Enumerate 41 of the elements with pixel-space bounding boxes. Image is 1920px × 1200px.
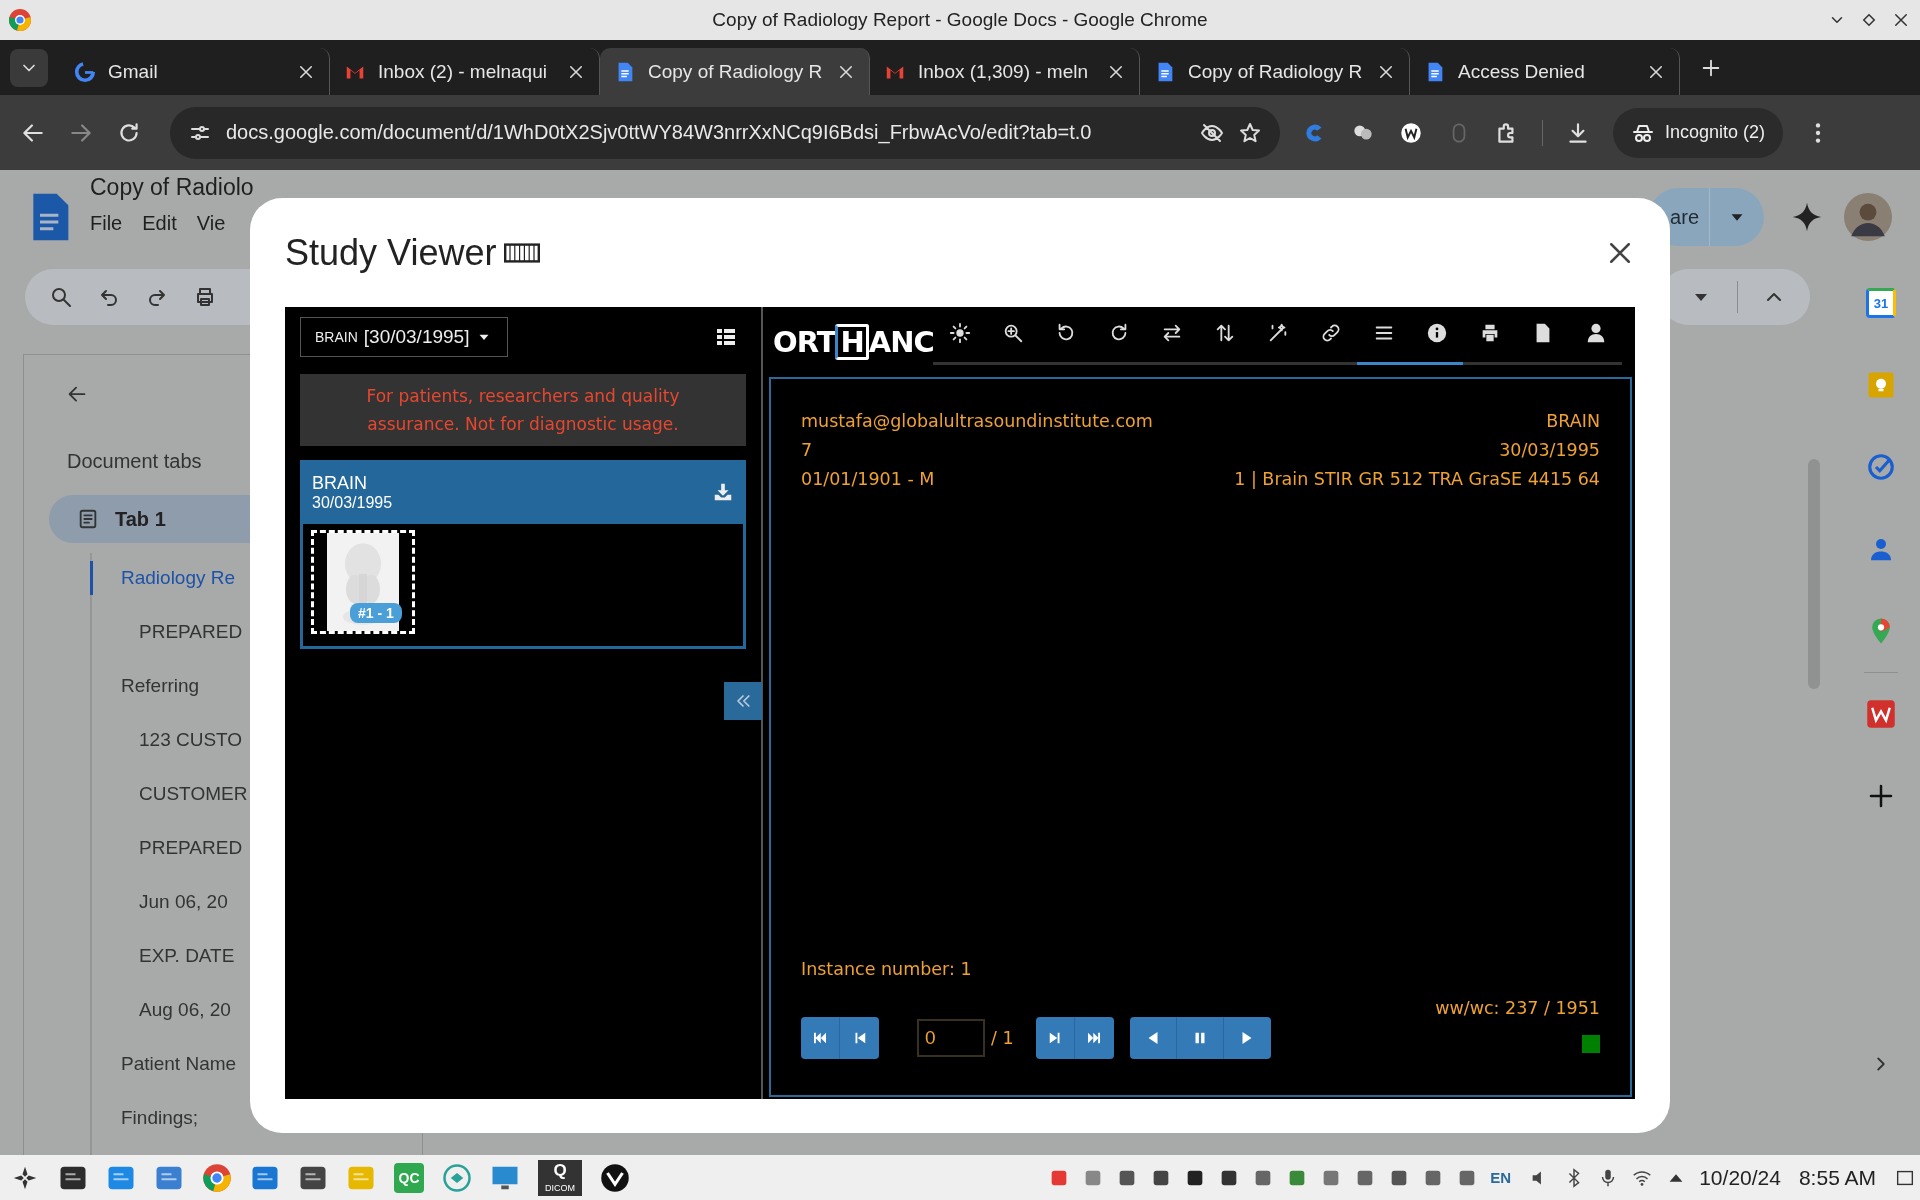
overlay-text: mustafa@globalultrasoundinstitute.com [801, 410, 1153, 433]
outline-item[interactable]: Aug 06, 20 [90, 993, 231, 1047]
outline-item[interactable]: Findings; [90, 1101, 199, 1155]
time[interactable]: 8:55 AM [1798, 1165, 1876, 1190]
series-badge: #1 - 1 [350, 603, 402, 623]
image-viewport[interactable]: mustafa@globalultrasoundinstitute.com 7 01/01/1901 - M BRAIN 30/03/1995 1 | Brain STIR GR 512 TRA GraSE 4415 64 Instance number: 1 0 / 1 ww/wc: 237 / 1951 [769, 377, 1632, 1097]
window-level: ww/wc: 237 / 1951 [1435, 997, 1600, 1020]
outline-item[interactable]: Jun 06, 20 [90, 885, 228, 939]
date[interactable]: 10/20/24 [1699, 1165, 1781, 1190]
warning-banner: For patients, researchers and quality assurance. Not for diagnostic usage. [300, 374, 746, 446]
document-title[interactable]: Copy of Radiolo [90, 174, 254, 200]
outline-item[interactable]: EXP. DATE [90, 939, 235, 993]
outline-item[interactable]: CUSTOMER [90, 777, 248, 831]
menu-item[interactable]: Edit [142, 212, 177, 235]
browser-tab[interactable]: Copy of Radiology R [600, 48, 870, 95]
outline-item[interactable]: PREPARED [90, 831, 243, 885]
menu-item[interactable]: Vie [196, 212, 226, 235]
overlay-text: 30/03/1995 [1499, 439, 1600, 462]
overlay-text: 01/01/1901 - M [801, 468, 936, 491]
study-selector[interactable]: BRAIN [30/03/1995] [300, 317, 509, 357]
window-title: Copy of Radiology Report - Google Docs - Google Chrome [712, 9, 1208, 31]
incognito-button[interactable]: Incognito (2) [1613, 107, 1784, 158]
dicom-app-icon[interactable]: Q DICOM [538, 1159, 582, 1196]
outline-item[interactable]: Patient Name [90, 1047, 237, 1101]
overlay-text: 7 [801, 439, 814, 462]
instance-number: Instance number: 1 [801, 958, 973, 981]
outline-item[interactable]: PREPARED [90, 615, 243, 669]
calendar-icon[interactable]: 31 [1866, 288, 1896, 318]
menu-item[interactable]: File [90, 212, 123, 235]
outline-item[interactable]: 123 CUSTO [90, 723, 243, 777]
overlay-text: 1 | Brain STIR GR 512 TRA GraSE 4415 64 [1234, 468, 1600, 491]
frame-total: / 1 [991, 1026, 1014, 1050]
study-header[interactable]: BRAIN 30/03/1995 [300, 460, 746, 524]
address-bar[interactable]: docs.google.com/document/d/1WhD0tX2Sjv0ttWY84W3nrrXxNCq9I6Bdsi_FrbwAcVo/edit?tab=t.0 [170, 106, 1280, 159]
dialog-title: Study Viewer [285, 231, 497, 274]
outline-item[interactable]: Referring [90, 669, 200, 723]
frame-input[interactable]: 0 [917, 1019, 985, 1057]
study-title: BRAIN [312, 472, 368, 494]
keyboard-language[interactable]: EN [1490, 1169, 1512, 1186]
outline-heading: Document tabs [67, 450, 203, 474]
overlay-text: BRAIN [1546, 410, 1600, 433]
